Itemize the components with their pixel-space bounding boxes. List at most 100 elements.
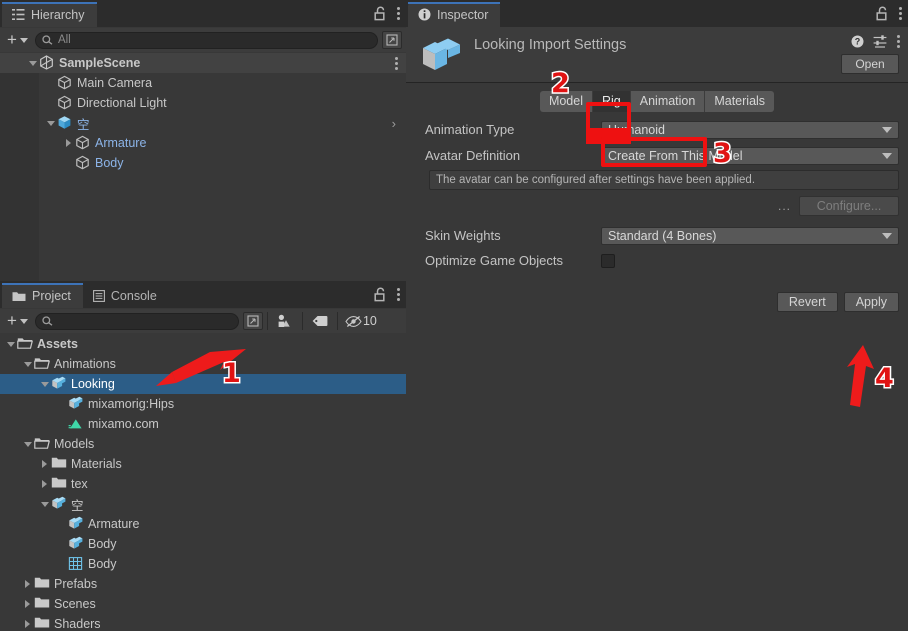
object-filter-icon[interactable] — [272, 314, 298, 328]
hidden-assets-toggle[interactable]: 10 — [342, 314, 380, 328]
avatar-help-text: The avatar can be configured after setti… — [429, 170, 899, 190]
open-button[interactable]: Open — [841, 54, 899, 74]
twisty-down-icon[interactable] — [44, 120, 57, 126]
prefab-cube-icon — [57, 115, 73, 131]
inspector-import-tabs: Model Rig Animation Materials — [406, 86, 908, 116]
tab-accent — [2, 2, 97, 4]
project-row-models[interactable]: Models — [0, 434, 406, 454]
tab-hierarchy[interactable]: Hierarchy — [2, 2, 97, 27]
project-row-prefabs[interactable]: Prefabs — [0, 574, 406, 594]
project-row-label: tex — [71, 477, 88, 491]
tab-console-label: Console — [110, 288, 157, 303]
chevron-down-icon — [882, 232, 892, 239]
project-row--[interactable]: 空 — [0, 494, 406, 514]
lock-open-icon[interactable] — [374, 6, 387, 21]
project-row-materials[interactable]: Materials — [0, 454, 406, 474]
twisty-right-icon[interactable] — [21, 600, 34, 608]
hierarchy-tree[interactable]: SampleScene Main Camera Directional Light 空… — [0, 53, 406, 281]
animation-type-dropdown[interactable]: Humanoid — [601, 120, 899, 139]
project-row-label: 空 — [71, 498, 84, 513]
search-icon — [42, 315, 53, 327]
hierarchy-row-armature[interactable]: Armature — [0, 133, 406, 153]
project-row-assets[interactable]: Assets — [0, 334, 406, 354]
twisty-down-icon[interactable] — [38, 501, 51, 507]
inspector-tab-animation[interactable]: Animation — [630, 90, 706, 112]
chevron-right-icon[interactable]: › — [392, 116, 396, 131]
project-row-armature[interactable]: Armature — [0, 514, 406, 534]
kebab-menu-icon[interactable] — [396, 5, 400, 21]
hierarchy-row-body[interactable]: Body — [0, 153, 406, 173]
gameobject-cube-icon — [57, 75, 73, 91]
gameobject-cube-icon — [57, 95, 73, 111]
project-row-mixamorig-hips[interactable]: mixamorig:Hips — [0, 394, 406, 414]
hierarchy-row--[interactable]: 空 › — [0, 113, 406, 133]
kebab-menu-icon[interactable] — [396, 286, 400, 302]
create-asset-button[interactable]: + — [4, 311, 31, 330]
tab-project[interactable]: Project — [2, 283, 83, 308]
help-icon[interactable]: ? — [851, 35, 864, 48]
info-icon — [418, 8, 431, 21]
kebab-menu-icon[interactable] — [896, 33, 900, 49]
twisty-right-icon[interactable] — [21, 580, 34, 588]
tab-inspector-label: Inspector — [437, 7, 489, 22]
twisty-right-icon[interactable] — [21, 620, 34, 628]
project-row-mixamo-com[interactable]: mixamo.com — [0, 414, 406, 434]
project-row-animations[interactable]: Animations — [0, 354, 406, 374]
tag-icon[interactable] — [307, 315, 333, 327]
inspector-tab-materials[interactable]: Materials — [705, 90, 775, 112]
twisty-down-icon[interactable] — [21, 441, 34, 447]
project-search-input[interactable] — [34, 312, 239, 330]
annotation-box-rig-stem — [586, 128, 631, 144]
annotation-number-4: 44 — [874, 362, 896, 396]
project-tree[interactable]: Assets Animations Looking mixamorig:Hips mix… — [0, 334, 406, 631]
skin-weights-value: Standard (4 Bones) — [608, 228, 717, 243]
preset-icon[interactable] — [873, 34, 887, 48]
project-row-label: Armature — [88, 517, 140, 531]
twisty-right-icon[interactable] — [62, 139, 75, 147]
gameobject-cube-icon — [75, 155, 91, 171]
hierarchy-row-label: Body — [95, 156, 124, 170]
hierarchy-row-directional-light[interactable]: Directional Light — [0, 93, 406, 113]
tab-inspector[interactable]: Inspector — [408, 2, 501, 27]
lock-open-icon[interactable] — [876, 6, 889, 21]
project-row-looking[interactable]: Looking — [0, 374, 406, 394]
lock-open-icon[interactable] — [374, 287, 387, 302]
folder-icon — [34, 576, 50, 592]
kebab-menu-icon[interactable] — [898, 5, 902, 21]
expand-search-icon[interactable] — [242, 312, 263, 330]
project-row-label: Prefabs — [54, 577, 98, 591]
project-row-tex[interactable]: tex — [0, 474, 406, 494]
create-asset-label: + — [7, 311, 17, 330]
skin-weights-dropdown[interactable]: Standard (4 Bones) — [601, 226, 899, 245]
twisty-down-icon[interactable] — [4, 341, 17, 347]
hierarchy-panel: Hierarchy + All SampleScene Main Camera … — [0, 0, 406, 281]
avatar-definition-dropdown[interactable]: Create From This Model — [601, 146, 899, 165]
apply-button[interactable]: Apply — [843, 292, 899, 312]
hierarchy-row-label: 空 — [77, 117, 90, 132]
project-row-shaders[interactable]: Shaders — [0, 614, 406, 631]
tab-console[interactable]: Console — [83, 283, 169, 308]
hierarchy-icon — [12, 8, 25, 21]
project-row-body[interactable]: Body — [0, 534, 406, 554]
optimize-game-objects-checkbox[interactable] — [601, 253, 615, 268]
twisty-down-icon[interactable] — [21, 361, 34, 367]
configure-button[interactable]: Configure... — [799, 196, 899, 216]
expand-search-icon[interactable] — [382, 31, 402, 49]
animation-type-row: Animation Type Humanoid — [406, 118, 908, 141]
hierarchy-row-samplescene[interactable]: SampleScene — [0, 53, 406, 73]
project-row-label: Body — [88, 557, 117, 571]
twisty-right-icon[interactable] — [38, 480, 51, 488]
kebab-menu-icon[interactable] — [394, 55, 398, 71]
project-row-body[interactable]: Body — [0, 554, 406, 574]
add-gameobject-button[interactable]: + — [4, 31, 31, 48]
twisty-right-icon[interactable] — [38, 460, 51, 468]
twisty-down-icon[interactable] — [26, 60, 39, 66]
project-row-scenes[interactable]: Scenes — [0, 594, 406, 614]
revert-button[interactable]: Revert — [776, 292, 838, 312]
inspector-tab-rig[interactable]: Rig — [592, 90, 631, 112]
project-row-label: Animations — [54, 357, 116, 371]
hierarchy-search-input[interactable]: All — [34, 31, 378, 49]
hierarchy-row-main-camera[interactable]: Main Camera — [0, 73, 406, 93]
twisty-down-icon[interactable] — [38, 381, 51, 387]
folder-icon — [51, 476, 67, 492]
